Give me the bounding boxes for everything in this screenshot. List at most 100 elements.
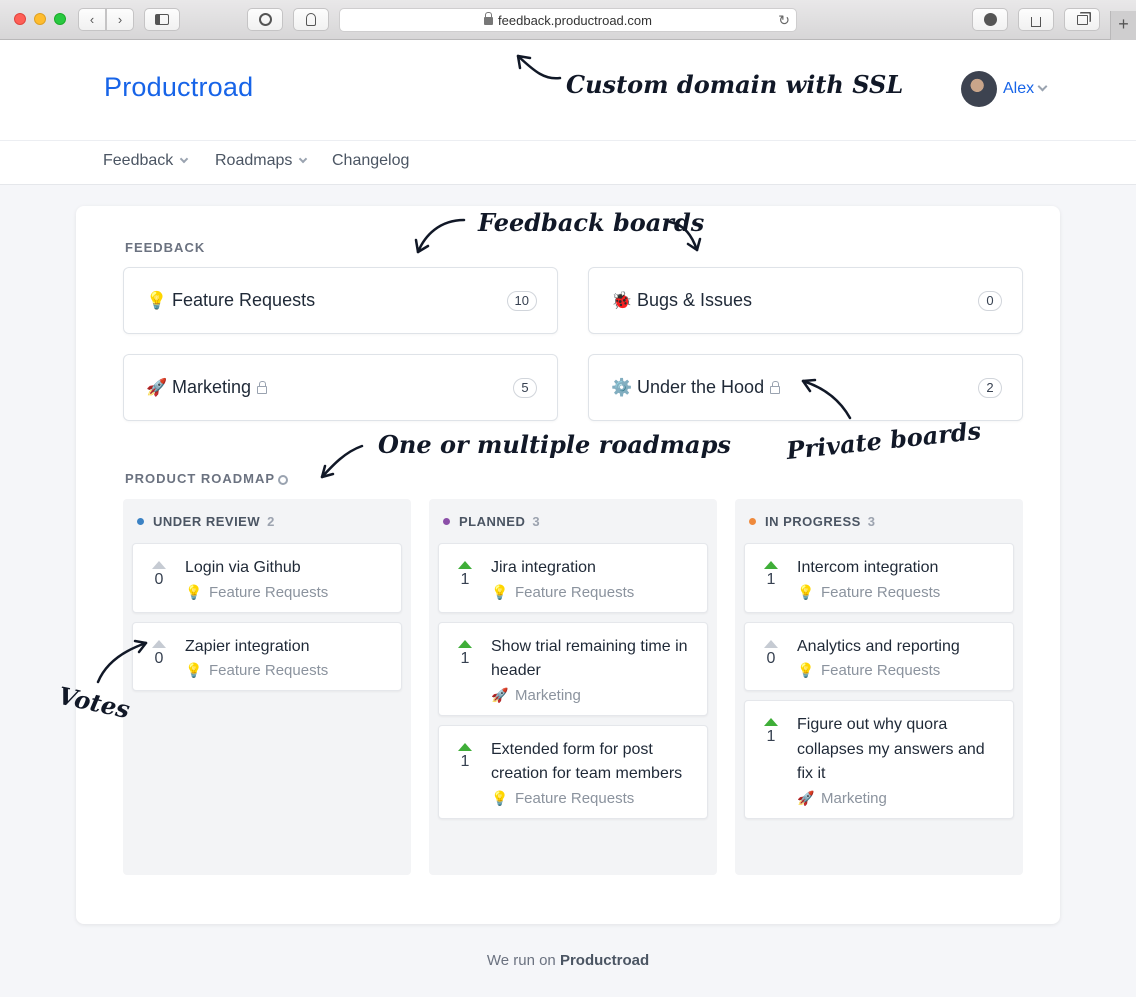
vote-count: 1: [460, 752, 470, 770]
roadmap-label-text: PRODUCT ROADMAP: [125, 471, 276, 486]
post-title[interactable]: Login via Github: [185, 556, 387, 581]
vote-count: 1: [766, 728, 776, 745]
footer: We run on Productroad: [0, 952, 1136, 969]
tabs-overview-button[interactable]: [1064, 8, 1100, 31]
vote-button[interactable]: 0: [762, 639, 780, 668]
post-card[interactable]: 1 Figure out why quora collapses my answ…: [744, 700, 1014, 819]
sidebar-icon: [155, 14, 169, 25]
roadmap-column-under-review: UNDER REVIEW 2 0 Login via Github 💡 Featu…: [123, 499, 411, 875]
share-icon: [1031, 16, 1041, 27]
address-bar[interactable]: feedback.productroad.com ↻: [339, 8, 797, 32]
lightbulb-icon: 💡: [491, 789, 509, 806]
user-name[interactable]: Alex: [1003, 80, 1034, 98]
close-window-button[interactable]: [14, 13, 26, 25]
post-board: 🚀 Marketing: [491, 687, 693, 704]
post-card[interactable]: 1 Jira integration 💡 Feature Requests: [438, 543, 708, 613]
post-board-name: Marketing: [821, 789, 887, 807]
zoom-window-button[interactable]: [54, 13, 66, 25]
post-board-name: Feature Requests: [209, 583, 329, 601]
minimize-window-button[interactable]: [34, 13, 46, 25]
post-card[interactable]: 1 Intercom integration 💡 Feature Requests: [744, 543, 1014, 613]
lightbulb-icon: 💡: [797, 662, 815, 678]
reload-icon[interactable]: ↻: [778, 12, 790, 29]
post-title[interactable]: Intercom integration: [797, 556, 999, 581]
post-card[interactable]: 1 Show trial remaining time in header 🚀 M…: [438, 621, 708, 716]
main-nav: Feedback Roadmaps Changelog: [0, 141, 1136, 185]
user-menu[interactable]: Alex: [961, 71, 1048, 107]
status-dot: [443, 517, 450, 525]
brand-logo[interactable]: Productroad: [104, 72, 253, 103]
column-title: PLANNED: [459, 513, 526, 529]
board-bugs-issues[interactable]: 🐞 Bugs & Issues 0: [588, 267, 1023, 334]
post-title[interactable]: Figure out why quora collapses my answer…: [797, 713, 999, 787]
post-card[interactable]: 1 Extended form for post creation for te…: [438, 724, 708, 819]
avatar[interactable]: [961, 71, 997, 107]
nav-roadmaps[interactable]: Roadmaps: [215, 152, 308, 170]
upvote-icon: [764, 561, 778, 569]
post-title[interactable]: Analytics and reporting: [797, 635, 999, 660]
post-board: 💡 Feature Requests: [797, 584, 999, 601]
board-feature-requests[interactable]: 💡 Feature Requests 10: [123, 267, 558, 334]
board-name: Feature Requests: [172, 290, 316, 310]
post-board-name: Feature Requests: [821, 583, 941, 601]
downloads-button[interactable]: [972, 8, 1008, 31]
back-button[interactable]: ‹: [78, 8, 106, 31]
board-name: Marketing: [172, 377, 252, 397]
chevron-down-icon: [180, 154, 189, 164]
column-header: IN PROGRESS 3: [735, 499, 1023, 543]
tabs-icon: [1076, 14, 1088, 25]
status-dot: [137, 517, 144, 525]
post-board: 💡 Feature Requests: [185, 662, 387, 679]
vote-button[interactable]: 0: [150, 639, 168, 668]
post-board: 💡 Feature Requests: [185, 584, 387, 601]
roadmap-section-label: PRODUCT ROADMAP: [125, 471, 289, 486]
lock-icon: [257, 380, 268, 394]
feedback-section-label: FEEDBACK: [125, 240, 206, 255]
vote-button[interactable]: 1: [762, 561, 780, 589]
sidebar-toggle-button[interactable]: [144, 8, 180, 31]
chevron-down-icon: [1037, 81, 1048, 91]
status-dot: [749, 517, 756, 525]
vote-button[interactable]: 1: [456, 742, 474, 771]
vote-button[interactable]: 0: [150, 561, 168, 589]
post-card[interactable]: 0 Analytics and reporting 💡 Feature Reque…: [744, 621, 1014, 691]
lock-icon: [770, 380, 781, 394]
share-button[interactable]: [1018, 8, 1054, 31]
post-card[interactable]: 0 Zapier integration 💡 Feature Requests: [132, 621, 402, 691]
main-card: FEEDBACK 💡 Feature Requests 10 🐞 Bugs & …: [76, 206, 1060, 924]
password-extension-button[interactable]: [247, 8, 283, 31]
vote-count: 1: [766, 571, 776, 588]
chevron-down-icon: [299, 154, 308, 164]
post-board-name: Feature Requests: [821, 662, 941, 679]
board-marketing[interactable]: 🚀 Marketing 5: [123, 354, 558, 421]
vote-button[interactable]: 1: [456, 639, 474, 668]
vote-button[interactable]: 1: [456, 561, 474, 589]
ghostery-extension-button[interactable]: [293, 8, 329, 31]
post-title[interactable]: Zapier integration: [185, 635, 387, 660]
annotation-roadmaps: One or multiple roadmaps: [378, 430, 731, 459]
column-title: IN PROGRESS: [765, 513, 861, 529]
post-title[interactable]: Show trial remaining time in header: [491, 635, 693, 684]
column-count: 2: [267, 513, 275, 529]
lightbulb-icon: 💡: [491, 583, 509, 600]
board-count-badge: 2: [978, 377, 1002, 398]
chevron-right-icon: ›: [117, 12, 123, 27]
lightbulb-icon: 💡: [797, 583, 815, 600]
post-title[interactable]: Jira integration: [491, 556, 693, 581]
post-card[interactable]: 0 Login via Github 💡 Feature Requests: [132, 543, 402, 613]
vote-button[interactable]: 1: [762, 718, 780, 746]
board-count-badge: 0: [978, 290, 1002, 311]
nav-feedback-label: Feedback: [103, 152, 174, 169]
board-under-the-hood[interactable]: ⚙️ Under the Hood 2: [588, 354, 1023, 421]
footer-brand-link[interactable]: Productroad: [560, 952, 649, 969]
browser-toolbar: ‹ › feedback.productroad.com ↻ +: [0, 0, 1136, 40]
gear-icon[interactable]: [278, 474, 289, 485]
download-icon: [983, 13, 997, 26]
nav-changelog[interactable]: Changelog: [332, 152, 409, 170]
nav-feedback[interactable]: Feedback: [103, 152, 189, 170]
forward-button[interactable]: ›: [106, 8, 134, 31]
new-tab-button[interactable]: +: [1110, 11, 1136, 40]
lightbulb-icon: 💡: [185, 662, 203, 678]
upvote-icon: [152, 639, 166, 648]
post-title[interactable]: Extended form for post creation for team…: [491, 738, 693, 787]
